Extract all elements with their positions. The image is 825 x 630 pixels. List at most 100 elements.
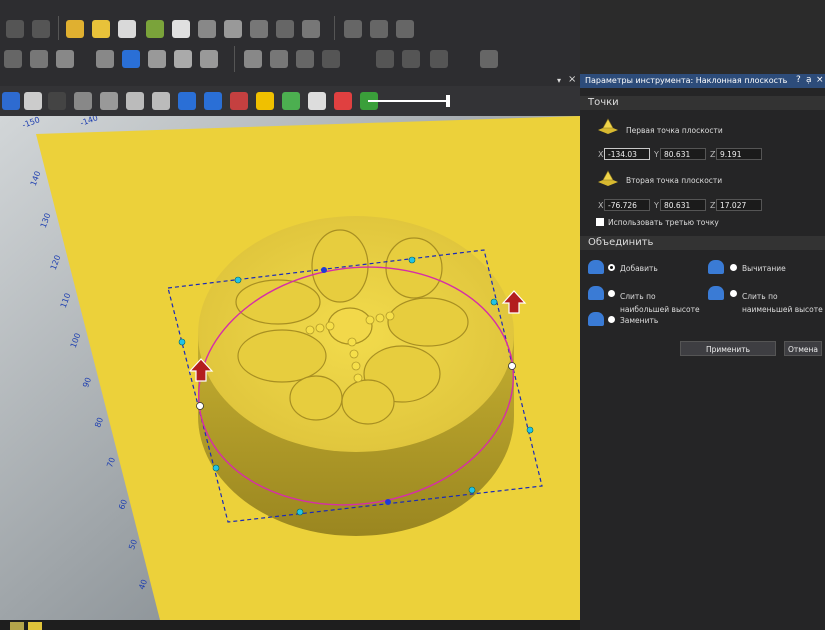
tool-parameters-panel: Параметры инструмента: Наклонная плоскос… xyxy=(580,74,825,630)
layer-merge-icon[interactable] xyxy=(200,50,218,68)
subtract-mode-icon xyxy=(708,260,724,274)
corner-edit-icon[interactable] xyxy=(370,20,388,38)
shape-outline-icon[interactable] xyxy=(126,92,144,110)
main-toolbar-middle xyxy=(0,44,580,74)
red-diamond-icon[interactable] xyxy=(230,92,248,110)
wave-edit-icon[interactable] xyxy=(396,20,414,38)
layer-tool-icon[interactable] xyxy=(276,20,294,38)
clock-icon[interactable] xyxy=(152,92,170,110)
dashed-square-icon[interactable] xyxy=(376,50,394,68)
grey-slab-alt-icon[interactable] xyxy=(100,92,118,110)
merge-low-icon xyxy=(708,286,724,300)
blue-plane-icon[interactable] xyxy=(122,50,140,68)
sparkle-tool-icon[interactable] xyxy=(118,20,136,38)
axis-z-label: Z xyxy=(710,150,716,159)
cancel-button[interactable]: Отмена xyxy=(784,341,822,356)
merge-low-radio[interactable] xyxy=(730,290,737,297)
combine-header-label: Объединить xyxy=(588,237,654,248)
node-tool-icon[interactable] xyxy=(32,20,50,38)
weave-tool-icon[interactable] xyxy=(224,20,242,38)
axis-x-label: X xyxy=(598,150,604,159)
round-corner-icon[interactable] xyxy=(402,50,420,68)
third-point-checkbox[interactable] xyxy=(596,218,604,226)
bracket-tool-icon[interactable] xyxy=(322,50,340,68)
points-header-label: Точки xyxy=(588,97,619,108)
axis-y-label: Y xyxy=(654,150,659,159)
pin-icon[interactable]: ạ xyxy=(806,75,812,85)
second-point-label: Вторая точка плоскости xyxy=(626,176,723,185)
subtract-radio[interactable] xyxy=(730,264,737,271)
second-point-x-input[interactable]: -76.726 xyxy=(604,199,650,211)
axes-icon[interactable] xyxy=(2,92,20,110)
close-icon[interactable]: × xyxy=(568,74,576,85)
spin-tool-icon[interactable] xyxy=(30,50,48,68)
replace-label: Заменить xyxy=(620,316,659,325)
status-swatch xyxy=(10,622,24,630)
add-radio[interactable] xyxy=(608,264,615,271)
first-point-z-input[interactable]: 9.191 xyxy=(716,148,762,160)
node-edit-icon[interactable] xyxy=(344,20,362,38)
vector-tool-icon[interactable] xyxy=(6,20,24,38)
grey-slab-icon[interactable] xyxy=(74,92,92,110)
merge-high-label: Слить по наибольшей высоте xyxy=(620,292,700,314)
merge-high-icon xyxy=(588,286,604,300)
open-folder-icon[interactable] xyxy=(66,20,84,38)
axis-y-label: Y xyxy=(654,201,659,210)
points-section-header[interactable]: Точки xyxy=(580,96,825,110)
curve-tool-icon[interactable] xyxy=(146,20,164,38)
chevron-tool-icon[interactable] xyxy=(92,20,110,38)
relief-bump-icon[interactable] xyxy=(148,50,166,68)
puzzle-icon[interactable] xyxy=(24,92,42,110)
second-point-y-input[interactable]: 80.631 xyxy=(660,199,706,211)
color-pyramid-icon[interactable] xyxy=(334,92,352,110)
grid-tool-icon[interactable] xyxy=(250,20,268,38)
plane-point-icon xyxy=(596,118,620,134)
relief-tool-icon[interactable] xyxy=(198,20,216,38)
cylinder-icon[interactable] xyxy=(48,92,66,110)
second-point-z-input[interactable]: 17.027 xyxy=(716,199,762,211)
replace-radio[interactable] xyxy=(608,316,615,323)
triangle-tool-icon[interactable] xyxy=(174,50,192,68)
add-label: Добавить xyxy=(620,264,658,273)
merge-high-radio[interactable] xyxy=(608,290,615,297)
yellow-diamond-icon[interactable] xyxy=(256,92,274,110)
blue-star-icon[interactable] xyxy=(178,92,196,110)
star-tool-icon[interactable] xyxy=(172,20,190,38)
plane-point-icon xyxy=(596,170,620,186)
slider-track[interactable] xyxy=(368,100,448,102)
main-toolbar-top xyxy=(0,0,580,44)
apply-button[interactable]: Применить xyxy=(680,341,776,356)
subtract-label: Вычитание xyxy=(742,264,786,273)
close-icon[interactable]: × xyxy=(816,75,824,85)
rect-tool-icon[interactable] xyxy=(430,50,448,68)
toolbar-gap: ▾ × xyxy=(0,74,580,86)
extrude-tool-icon[interactable] xyxy=(4,50,22,68)
view-toolbar xyxy=(0,86,580,116)
axis-z-label: Z xyxy=(710,201,716,210)
blue-diamond-icon[interactable] xyxy=(204,92,222,110)
dropdown-arrow-icon[interactable]: ▾ xyxy=(557,76,561,85)
help-icon[interactable]: ? xyxy=(796,75,801,85)
green-blob-icon[interactable] xyxy=(282,92,300,110)
third-point-label: Использовать третью точку xyxy=(608,218,719,227)
first-point-label: Первая точка плоскости xyxy=(626,126,723,135)
dot-square-icon[interactable] xyxy=(480,50,498,68)
add-square-icon[interactable] xyxy=(244,50,262,68)
first-point-y-input[interactable]: 80.631 xyxy=(660,148,706,160)
add-mode-icon xyxy=(588,260,604,274)
zoom-star-icon[interactable] xyxy=(308,92,326,110)
first-point-x-input[interactable]: -134.03 xyxy=(604,148,650,160)
3d-viewport[interactable]: -150 -140 140 130 120 110 100 90 80 70 6… xyxy=(0,116,580,620)
layer-stack-icon[interactable] xyxy=(56,50,74,68)
status-swatch xyxy=(28,622,42,630)
panel-title-bar: Параметры инструмента: Наклонная плоскос… xyxy=(580,74,825,88)
smooth-tool-icon[interactable] xyxy=(270,50,288,68)
layer-stack-alt-icon[interactable] xyxy=(96,50,114,68)
axis-x-label: X xyxy=(598,201,604,210)
replace-mode-icon xyxy=(588,312,604,326)
pin-tool-icon[interactable] xyxy=(302,20,320,38)
rotate-tool-icon[interactable] xyxy=(296,50,314,68)
slider-handle[interactable] xyxy=(446,95,450,107)
combine-section-header[interactable]: Объединить xyxy=(580,236,825,250)
merge-low-label: Слить по наименьшей высоте xyxy=(742,292,823,314)
